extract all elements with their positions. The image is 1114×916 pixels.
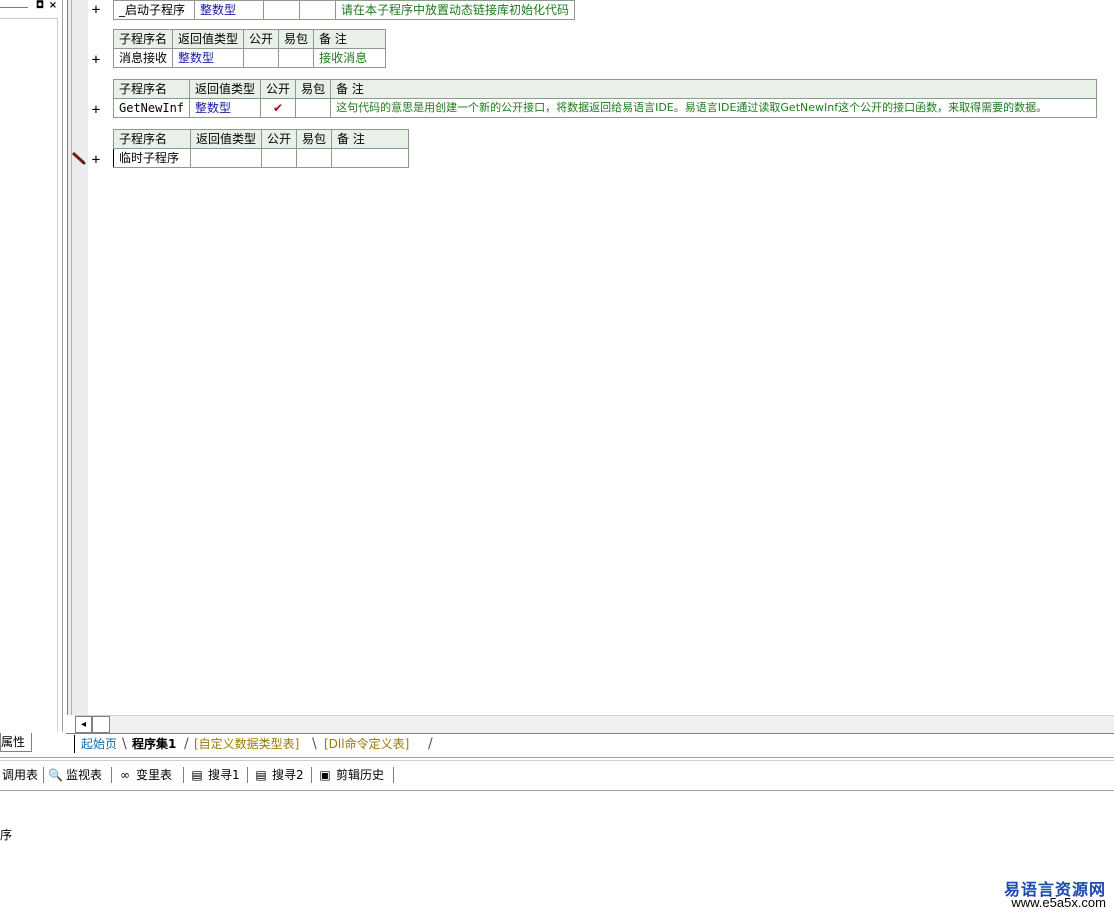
easypkg-cell[interactable] xyxy=(296,148,333,168)
expand-button[interactable]: + xyxy=(90,3,102,17)
scroll-thumb[interactable] xyxy=(92,716,110,733)
public-cell[interactable] xyxy=(261,148,298,168)
public-check-icon[interactable]: ✔ xyxy=(260,98,297,118)
table-row: GetNewInf 整数型 ✔ 这句代码的意思是用创建一个新的公开接口，将数据返… xyxy=(112,98,1097,118)
divider xyxy=(0,757,1114,758)
return-type[interactable]: 整数型 xyxy=(172,48,245,68)
public-cell[interactable] xyxy=(263,0,300,20)
watermark-url: www.e5a5x.com xyxy=(1011,895,1106,910)
toolbar-separator xyxy=(393,767,394,783)
remark[interactable]: 这句代码的意思是用创建一个新的公开接口，将数据返回给易语言IDE。易语言IDE通… xyxy=(330,98,1097,118)
panel-divider xyxy=(0,18,58,19)
clip-history-label: 剪辑历史 xyxy=(336,768,385,782)
col-remark: 备 注 xyxy=(330,79,1097,99)
tab-dll-commands[interactable]: [Dll命令定义表] xyxy=(318,735,415,753)
sub-name-input[interactable]: 临时子程序 xyxy=(113,148,191,168)
bottom-toolbar: 调用表 🔍 监视表 ∞ 变里表 ▤ 搜寻1 ▤ 搜寻2 ▣ 剪辑历史 xyxy=(0,764,1114,786)
col-name: 子程序名 xyxy=(113,129,191,149)
scroll-left-icon[interactable]: ◂ xyxy=(75,716,92,733)
divider xyxy=(0,760,1114,761)
magnifier-icon: 🔍 xyxy=(48,768,63,782)
toolbar-separator xyxy=(247,767,248,783)
col-return: 返回值类型 xyxy=(189,129,263,149)
variables-icon: ∞ xyxy=(120,768,130,782)
editor-gutter xyxy=(67,0,88,715)
sub-name[interactable]: _启动子程序 xyxy=(113,0,195,20)
document-tabs: 起始页 \ 程序集1 / [自定义数据类型表] \ [Dll命令定义表] / xyxy=(66,733,1114,754)
col-return: 返回值类型 xyxy=(189,79,262,99)
return-type[interactable]: 整数型 xyxy=(189,98,262,118)
table-header: 子程序名 返回值类型 公开 易包 备 注 xyxy=(112,79,1097,99)
subroutine-table: _启动子程序 整数型 请在本子程序中放置动态链接库初始化代码 xyxy=(113,0,576,20)
easypkg-cell[interactable] xyxy=(278,48,315,68)
expand-button[interactable]: + xyxy=(90,103,102,117)
call-table-button[interactable]: 调用表 xyxy=(2,766,38,784)
return-type[interactable]: 整数型 xyxy=(194,0,264,20)
variable-table-button[interactable]: ∞ 变里表 xyxy=(118,766,172,784)
subroutine-table: 子程序名 返回值类型 公开 易包 备 注 GetNewInf 整数型 ✔ 这句代… xyxy=(112,79,1097,118)
sub-name[interactable]: 消息接收 xyxy=(112,48,174,68)
expand-button[interactable]: + xyxy=(90,53,102,67)
col-public: 公开 xyxy=(243,29,280,49)
table-row: 临时子程序 xyxy=(113,148,410,168)
table-header: 子程序名 返回值类型 公开 易包 备 注 xyxy=(113,129,410,149)
search-list-icon: ▤ xyxy=(255,768,267,782)
code-editor[interactable]: + _启动子程序 整数型 请在本子程序中放置动态链接库初始化代码 子程序名 返回… xyxy=(88,0,1114,715)
clipboard-icon: ▣ xyxy=(319,768,331,782)
subroutine-table: 子程序名 返回值类型 公开 易包 备 注 临时子程序 xyxy=(113,129,410,168)
toolbar-separator xyxy=(43,767,44,783)
panel-title-line xyxy=(0,7,28,8)
return-type[interactable] xyxy=(189,148,263,168)
search2-button[interactable]: ▤ 搜寻2 xyxy=(254,766,304,784)
edit-pencil-icon xyxy=(71,151,86,165)
remark[interactable]: 接收消息 xyxy=(313,48,387,68)
table-header: 子程序名 返回值类型 公开 易包 备 注 xyxy=(112,29,387,49)
remark[interactable] xyxy=(331,148,410,168)
easypkg-cell[interactable] xyxy=(295,98,332,118)
col-easypkg: 易包 xyxy=(278,29,315,49)
remark[interactable]: 请在本子程序中放置动态链接库初始化代码 xyxy=(334,0,576,20)
tab-divider: / xyxy=(428,736,433,752)
col-public: 公开 xyxy=(260,79,297,99)
toolbar-separator xyxy=(111,767,112,783)
tab-properties[interactable]: 属性 xyxy=(0,733,32,752)
left-panel: ◘ × xyxy=(0,0,63,732)
output-text: 序 xyxy=(0,828,13,842)
tab-custom-types[interactable]: [自定义数据类型表] xyxy=(188,735,305,753)
table-row: 消息接收 整数型 接收消息 xyxy=(112,48,387,68)
sub-name[interactable]: GetNewInf xyxy=(112,98,191,118)
close-icon[interactable]: × xyxy=(48,1,58,11)
expand-button[interactable]: + xyxy=(90,153,102,167)
toolbar-separator xyxy=(311,767,312,783)
search2-label: 搜寻2 xyxy=(272,768,304,782)
pin-icon[interactable]: ◘ xyxy=(35,1,45,11)
subroutine-table: 子程序名 返回值类型 公开 易包 备 注 消息接收 整数型 接收消息 xyxy=(112,29,387,68)
watch-table-button[interactable]: 🔍 监视表 xyxy=(48,766,102,784)
col-remark: 备 注 xyxy=(331,129,410,149)
col-name: 子程序名 xyxy=(112,79,191,99)
variable-table-label: 变里表 xyxy=(136,768,173,782)
tab-start-page[interactable]: 起始页 xyxy=(74,735,123,753)
call-table-label: 调用表 xyxy=(2,768,39,782)
col-name: 子程序名 xyxy=(112,29,174,49)
clip-history-button[interactable]: ▣ 剪辑历史 xyxy=(318,766,384,784)
watch-table-label: 监视表 xyxy=(66,768,103,782)
output-panel[interactable]: 序 xyxy=(0,790,1114,916)
search1-button[interactable]: ▤ 搜寻1 xyxy=(190,766,240,784)
tab-divider: \ xyxy=(312,736,317,752)
col-easypkg: 易包 xyxy=(295,79,332,99)
search1-label: 搜寻1 xyxy=(208,768,240,782)
col-public: 公开 xyxy=(261,129,298,149)
toolbar-separator xyxy=(183,767,184,783)
table-row: _启动子程序 整数型 请在本子程序中放置动态链接库初始化代码 xyxy=(113,0,576,20)
col-easypkg: 易包 xyxy=(296,129,333,149)
col-remark: 备 注 xyxy=(313,29,387,49)
horizontal-scrollbar[interactable]: ◂ xyxy=(75,715,1114,733)
public-cell[interactable] xyxy=(243,48,280,68)
col-return: 返回值类型 xyxy=(172,29,245,49)
easypkg-cell[interactable] xyxy=(299,0,336,20)
search-list-icon: ▤ xyxy=(191,768,203,782)
panel-inner-border xyxy=(57,18,58,732)
tab-assembly1[interactable]: 程序集1 xyxy=(126,735,182,753)
